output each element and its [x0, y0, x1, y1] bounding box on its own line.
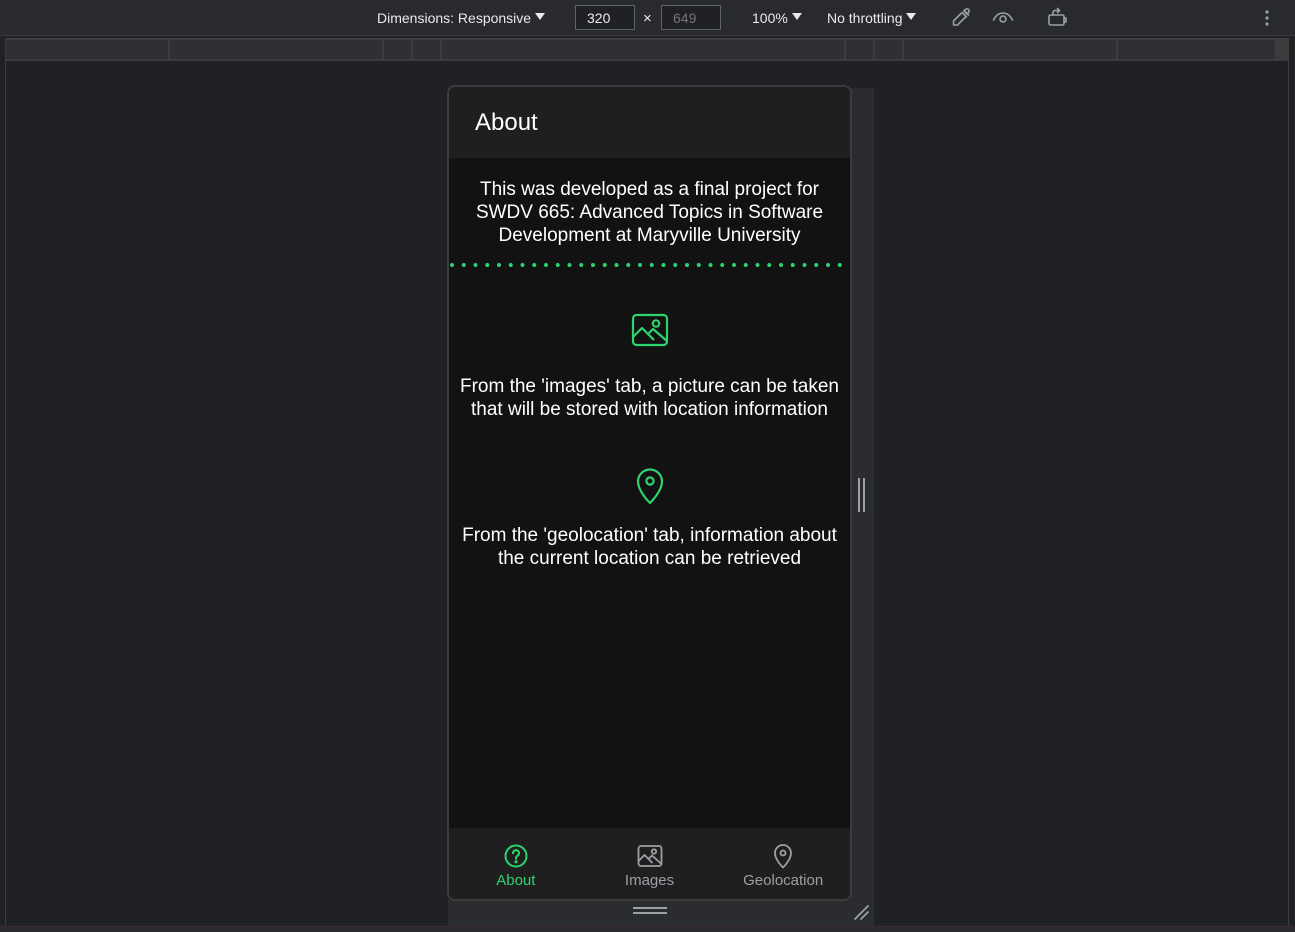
- width-resize-handle[interactable]: [858, 478, 866, 512]
- tab-geolocation-label: Geolocation: [743, 872, 824, 889]
- caret-down-icon: [535, 13, 546, 20]
- viewport-border: [5, 38, 6, 926]
- feature-geolocation: From the 'geolocation' tab, information …: [449, 467, 850, 570]
- media-query-bar[interactable]: [442, 40, 844, 59]
- dimensions-label: Dimensions: Responsive: [377, 10, 532, 26]
- caret-down-icon: [791, 13, 802, 20]
- more-options-icon[interactable]: [1255, 6, 1279, 30]
- app-header: About: [449, 87, 850, 158]
- media-query-bar[interactable]: [6, 40, 168, 59]
- times-sign: ×: [643, 10, 652, 27]
- throttling-dropdown[interactable]: No throttling: [827, 9, 917, 27]
- device-toolbar: Dimensions: Responsive × 100% No throttl…: [0, 0, 1295, 36]
- media-query-ruler: [6, 38, 1289, 61]
- feature-geolocation-text: From the 'geolocation' tab, information …: [462, 525, 837, 569]
- corner-resize-icon[interactable]: [852, 903, 870, 921]
- location-pin-icon: [636, 468, 663, 505]
- eyedropper-icon[interactable]: [949, 6, 973, 30]
- image-icon: [637, 845, 662, 867]
- tab-images[interactable]: Images: [583, 828, 717, 899]
- vision-deficiency-icon[interactable]: [991, 6, 1015, 30]
- devtools-bottom-edge: [0, 926, 1295, 932]
- media-query-bar[interactable]: [846, 40, 873, 59]
- tab-about-label: About: [496, 872, 536, 889]
- dimensions-dropdown[interactable]: Dimensions: Responsive: [377, 9, 546, 27]
- tab-geolocation[interactable]: Geolocation: [716, 828, 850, 899]
- device-viewport: About This was developed as a final proj…: [447, 85, 852, 901]
- throttling-label: No throttling: [827, 10, 903, 26]
- page-title: About: [475, 108, 538, 136]
- dotted-divider: [450, 263, 850, 267]
- image-icon: [631, 313, 668, 347]
- height-resize-handle[interactable]: [633, 907, 667, 916]
- width-input[interactable]: [575, 5, 635, 30]
- tab-bar: About Images Geolocation: [449, 828, 850, 899]
- media-query-bar[interactable]: [875, 40, 902, 59]
- help-circle-icon: [504, 844, 528, 868]
- location-pin-icon: [774, 844, 793, 869]
- tab-about[interactable]: About: [449, 828, 583, 899]
- feature-images: From the 'images' tab, a picture can be …: [449, 313, 850, 421]
- media-query-bar[interactable]: [904, 40, 1116, 59]
- media-query-bar[interactable]: [1118, 40, 1275, 59]
- media-query-bar[interactable]: [384, 40, 411, 59]
- tab-images-label: Images: [624, 872, 675, 889]
- intro-text: This was developed as a final project fo…: [475, 179, 824, 246]
- feature-images-text: From the 'images' tab, a picture can be …: [459, 376, 839, 420]
- viewport-border: [1288, 38, 1289, 926]
- zoom-label: 100%: [752, 10, 788, 26]
- height-input[interactable]: [661, 5, 721, 30]
- rotate-device-icon[interactable]: [1046, 6, 1070, 30]
- media-query-bar[interactable]: [413, 40, 440, 59]
- zoom-dropdown[interactable]: 100%: [752, 9, 802, 27]
- about-content: This was developed as a final project fo…: [449, 158, 850, 570]
- caret-down-icon: [906, 13, 917, 20]
- media-query-bar[interactable]: [170, 40, 382, 59]
